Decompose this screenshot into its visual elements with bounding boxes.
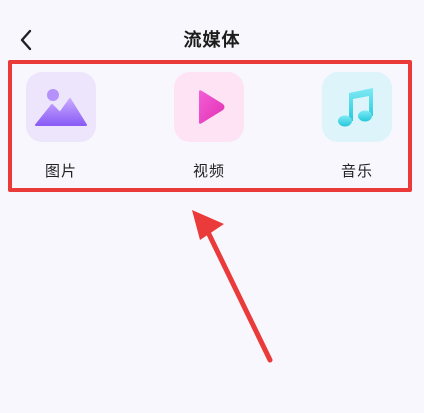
play-icon xyxy=(199,90,225,124)
photo-icon-container xyxy=(26,72,96,142)
music-note-icon xyxy=(338,88,373,127)
video-icon-container xyxy=(174,72,244,142)
page-title: 流媒体 xyxy=(183,30,241,51)
image-icon xyxy=(35,89,87,126)
music-icon-container xyxy=(322,72,392,142)
media-tile-music[interactable]: 音乐 xyxy=(307,72,407,181)
media-tile-photos[interactable]: 图片 xyxy=(11,72,111,181)
media-tile-label: 图片 xyxy=(44,162,77,180)
media-tile-label: 音乐 xyxy=(340,162,373,180)
media-tile-label: 视频 xyxy=(192,162,225,180)
media-tile-videos[interactable]: 视频 xyxy=(159,72,259,181)
